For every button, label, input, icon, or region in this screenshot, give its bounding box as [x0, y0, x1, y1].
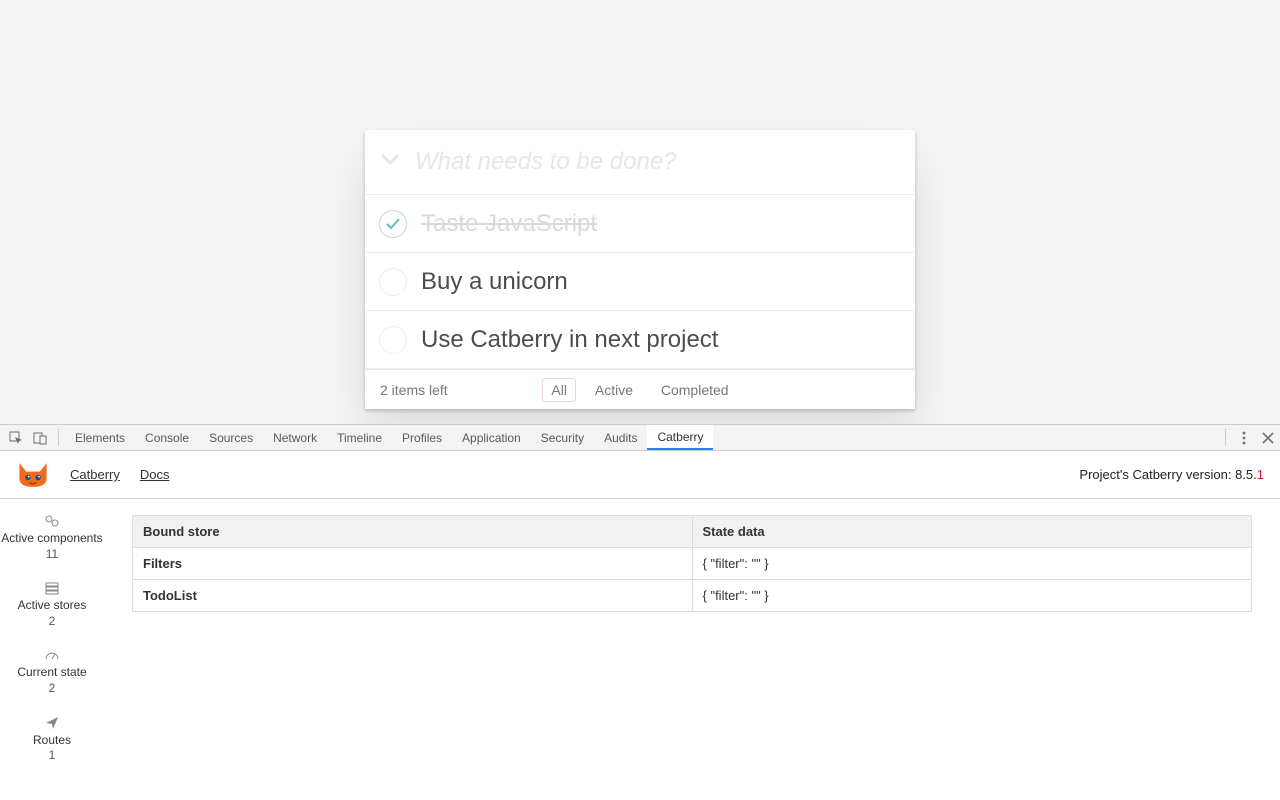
sidebar-item-count: 1 [33, 748, 71, 764]
version-patch: 1 [1257, 467, 1264, 482]
toggle-all-button[interactable] [365, 149, 415, 175]
stores-table: Bound store State data Filters { "filter… [132, 515, 1252, 612]
devtools: Elements Console Sources Network Timelin… [0, 424, 1280, 800]
sidebar-item-count: 11 [1, 547, 102, 563]
table-header-row: Bound store State data [133, 516, 1252, 548]
catberry-panel-header: Catberry Docs Project's Catberry version… [0, 451, 1280, 499]
database-icon [18, 580, 87, 596]
device-icon[interactable] [28, 425, 52, 450]
store-state: { "filter": "" } [692, 548, 1252, 580]
todo-toggle[interactable] [365, 268, 421, 296]
sidebar-item-label: Active components [1, 531, 102, 547]
todo-footer: 2 items left All Active Completed [365, 369, 915, 409]
devtools-tabstrip: Elements Console Sources Network Timelin… [0, 425, 1280, 451]
link-docs[interactable]: Docs [140, 467, 170, 482]
sidebar-item-count: 2 [17, 681, 86, 697]
filter-all[interactable]: All [542, 378, 576, 402]
version-label: Project's Catberry version: [1079, 467, 1235, 482]
table-row[interactable]: TodoList { "filter": "" } [133, 580, 1252, 612]
sidebar-item-label: Routes [33, 733, 71, 749]
catberry-logo-icon [16, 461, 50, 489]
tab-timeline[interactable]: Timeline [327, 425, 392, 450]
separator [58, 429, 59, 446]
cogs-icon [1, 513, 102, 529]
app-viewport: todos Taste JavaScript Buy a unicorn [0, 0, 1280, 424]
col-bound-store: Bound store [133, 516, 693, 548]
link-catberry[interactable]: Catberry [70, 467, 120, 482]
sidebar-item-components[interactable]: Active components 11 [1, 513, 102, 562]
tab-catberry[interactable]: Catberry [647, 425, 713, 450]
todo-label[interactable]: Use Catberry in next project [421, 326, 899, 354]
sidebar-item-count: 2 [18, 614, 87, 630]
check-icon [385, 216, 401, 232]
tab-elements[interactable]: Elements [65, 425, 135, 450]
tab-sources[interactable]: Sources [199, 425, 263, 450]
todo-item: Taste JavaScript [365, 195, 915, 253]
todo-toggle[interactable] [365, 210, 421, 238]
store-name: Filters [133, 548, 693, 580]
plane-icon [33, 715, 71, 731]
catberry-main: Bound store State data Filters { "filter… [104, 499, 1280, 800]
store-state: { "filter": "" } [692, 580, 1252, 612]
separator [1225, 429, 1226, 446]
store-name: TodoList [133, 580, 693, 612]
todo-label[interactable]: Buy a unicorn [421, 268, 899, 296]
todo-item: Buy a unicorn [365, 253, 915, 311]
sidebar-item-routes[interactable]: Routes 1 [33, 715, 71, 764]
tab-console[interactable]: Console [135, 425, 199, 450]
tab-audits[interactable]: Audits [594, 425, 647, 450]
tab-security[interactable]: Security [531, 425, 594, 450]
new-todo-input[interactable] [415, 132, 915, 192]
chevron-down-icon [380, 149, 400, 169]
todo-list: Taste JavaScript Buy a unicorn Use Catbe… [365, 195, 915, 369]
filter-active[interactable]: Active [586, 378, 642, 402]
filter-group: All Active Completed [365, 378, 915, 402]
todo-item: Use Catberry in next project [365, 311, 915, 369]
todo-app: todos Taste JavaScript Buy a unicorn [365, 130, 915, 409]
tab-network[interactable]: Network [263, 425, 327, 450]
close-icon[interactable] [1256, 425, 1280, 450]
tab-profiles[interactable]: Profiles [392, 425, 452, 450]
todo-label[interactable]: Taste JavaScript [421, 210, 899, 238]
new-todo-row [365, 130, 915, 195]
kebab-icon[interactable] [1232, 425, 1256, 450]
todo-toggle[interactable] [365, 326, 421, 354]
catberry-panel-body: Active components 11 Active stores 2 Cur… [0, 499, 1280, 800]
filter-completed[interactable]: Completed [652, 378, 738, 402]
col-state-data: State data [692, 516, 1252, 548]
tab-application[interactable]: Application [452, 425, 531, 450]
table-row[interactable]: Filters { "filter": "" } [133, 548, 1252, 580]
version-text: Project's Catberry version: 8.5.1 [1079, 467, 1264, 482]
inspect-icon[interactable] [4, 425, 28, 450]
sidebar-item-label: Active stores [18, 598, 87, 614]
sidebar-item-label: Current state [17, 665, 86, 681]
sidebar-item-stores[interactable]: Active stores 2 [18, 580, 87, 629]
version-major: 8.5. [1235, 467, 1257, 482]
gauge-icon [17, 647, 86, 663]
sidebar-item-state[interactable]: Current state 2 [17, 647, 86, 696]
catberry-sidebar: Active components 11 Active stores 2 Cur… [0, 499, 104, 800]
todo-card: Taste JavaScript Buy a unicorn Use Catbe… [365, 130, 915, 409]
